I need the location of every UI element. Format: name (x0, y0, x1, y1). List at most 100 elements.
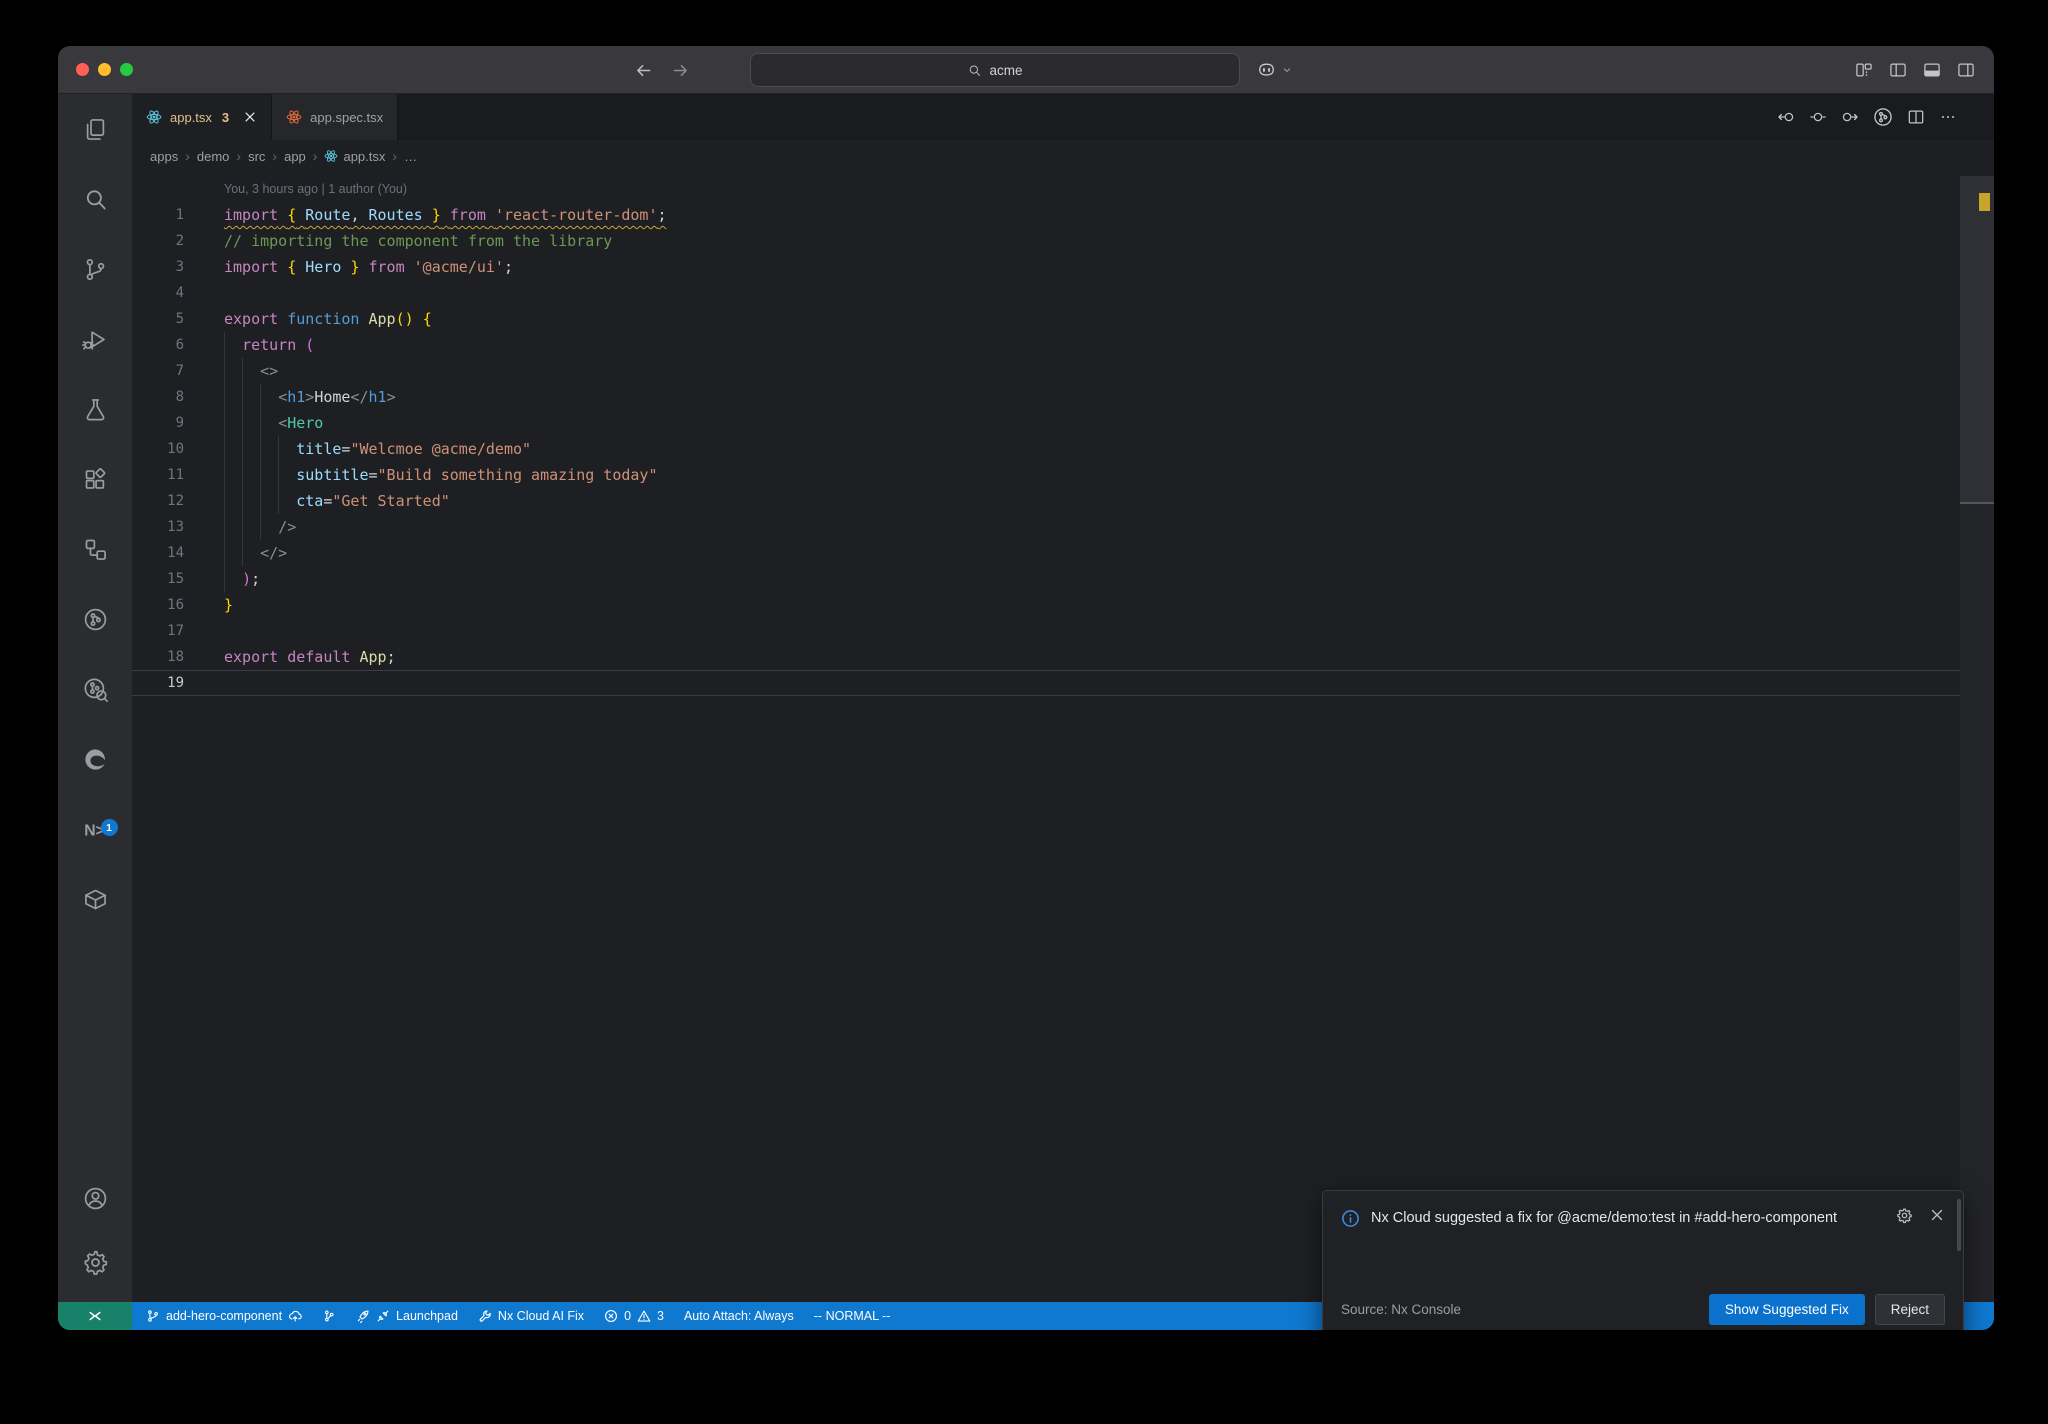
breadcrumb-separator: › (392, 148, 398, 164)
nav-back[interactable] (633, 60, 654, 81)
notification-toast: Nx Cloud suggested a fix for @acme/demo:… (1322, 1190, 1964, 1330)
activity-item-testing[interactable] (58, 374, 132, 444)
remote-indicator[interactable] (58, 1302, 132, 1330)
activity-item-extensions[interactable] (58, 444, 132, 514)
notification-close-icon[interactable] (1929, 1207, 1945, 1223)
breadcrumb[interactable]: apps › demo › src › app › app.tsx ›… (132, 140, 1994, 172)
code-line-19[interactable]: 19 (132, 670, 1994, 696)
nav-forward[interactable] (670, 60, 691, 81)
code-line-2[interactable]: 2// importing the component from the lib… (132, 228, 1994, 254)
container-icon (82, 886, 109, 913)
activity-item-explorer[interactable] (58, 94, 132, 164)
toggle-primary-sidebar[interactable] (1888, 60, 1908, 80)
title-bar: acme (58, 46, 1994, 94)
code-line-7[interactable]: 7 <> (132, 358, 1994, 384)
code-line-11[interactable]: 11 subtitle="Build something amazing tod… (132, 462, 1994, 488)
breadcrumb-item[interactable]: apps (150, 149, 178, 164)
status-item-source-control-graph[interactable] (314, 1302, 344, 1330)
code-line-8[interactable]: 8 <h1>Home</h1> (132, 384, 1994, 410)
toggle-secondary-sidebar[interactable] (1956, 60, 1976, 80)
code-editor[interactable]: You, 3 hours ago | 1 author (You) 1 impor… (132, 172, 1994, 1302)
status-item-problems[interactable]: 03 (596, 1302, 672, 1330)
breadcrumb-item[interactable]: … (404, 149, 417, 164)
graph-search-icon (82, 676, 109, 703)
activity-item-run-and-debug[interactable] (58, 304, 132, 374)
status-item-vim-mode[interactable]: -- NORMAL -- (806, 1302, 899, 1330)
activity-item-source-control[interactable] (58, 234, 132, 304)
current-change[interactable] (1808, 107, 1828, 127)
status-item-git-branch[interactable]: add-hero-component (138, 1302, 310, 1330)
scrollbar-divider (1960, 502, 1994, 504)
activity-item-nx-console[interactable]: N> 1 (58, 794, 132, 864)
activity-badge: 1 (100, 819, 118, 836)
activity-bar: N> 1 (58, 94, 132, 1302)
close-window-button[interactable] (76, 63, 89, 76)
line-number: 10 (167, 441, 184, 457)
status-item-launchpad[interactable]: Launchpad (348, 1302, 466, 1330)
status-item-nx-cloud-ai-fix[interactable]: Nx Cloud AI Fix (470, 1302, 592, 1330)
command-center[interactable]: acme (750, 53, 1240, 87)
code-line-13[interactable]: 13 /> (132, 514, 1994, 540)
code-line-1[interactable]: 1 import { Route, Routes } from 'react-ro… (132, 202, 1994, 228)
tab-app.spec.tsx[interactable]: app.spec.tsx (272, 94, 399, 140)
breadcrumb-item[interactable]: src (248, 149, 265, 164)
copilot-menu[interactable] (1256, 46, 1293, 94)
chevron-down-icon[interactable] (1281, 64, 1293, 76)
editor-scrollbar[interactable] (1960, 176, 1994, 1302)
tab-label: app.tsx (170, 109, 212, 125)
scrollbar-thumb[interactable] (1960, 176, 1994, 502)
beaker-icon (82, 396, 109, 423)
more-actions[interactable] (1938, 107, 1958, 127)
line-number: 4 (175, 285, 184, 301)
tab-app.tsx[interactable]: app.tsx 3 (132, 94, 273, 140)
notification-settings-icon[interactable] (1896, 1207, 1913, 1224)
status-item-auto-attach[interactable]: Auto Attach: Always (676, 1302, 802, 1330)
activity-item-containers[interactable] (58, 864, 132, 934)
breadcrumb-separator: › (272, 148, 278, 164)
minimize-window-button[interactable] (98, 63, 111, 76)
notification-source: Source: Nx Console (1341, 1302, 1462, 1317)
activity-item-accounts[interactable] (58, 1166, 132, 1230)
indent-guide (260, 384, 262, 540)
breadcrumb-item[interactable]: app.tsx (324, 149, 385, 164)
line-number: 5 (175, 311, 184, 327)
files-icon (82, 116, 109, 143)
activity-item-project-structure[interactable] (58, 514, 132, 584)
activity-item-edge-tools[interactable] (58, 724, 132, 794)
code-line-14[interactable]: 14 </> (132, 540, 1994, 566)
code-line-4[interactable]: 4 (132, 280, 1994, 306)
indent-guide (242, 358, 244, 566)
copilot-icon[interactable] (1256, 60, 1277, 81)
show-suggested-fix-button[interactable]: Show Suggested Fix (1708, 1294, 1865, 1325)
breadcrumb-item[interactable]: app (284, 149, 306, 164)
tab-close-icon[interactable] (243, 110, 257, 124)
breadcrumb-item[interactable]: demo (197, 149, 230, 164)
customize-layout[interactable] (1854, 60, 1874, 80)
code-line-5[interactable]: 5 export function App() { (132, 306, 1994, 332)
code-line-15[interactable]: 15 ); (132, 566, 1994, 592)
code-line-9[interactable]: 9 <Hero (132, 410, 1994, 436)
activity-item-git-graph[interactable] (58, 584, 132, 654)
code-line-17[interactable]: 17 (132, 618, 1994, 644)
line-number: 8 (175, 389, 184, 405)
code-line-6[interactable]: 6 return ( (132, 332, 1994, 358)
code-line-12[interactable]: 12 cta="Get Started" (132, 488, 1994, 514)
edge-icon (82, 746, 109, 773)
maximize-window-button[interactable] (120, 63, 133, 76)
code-line-18[interactable]: 18 export default App; (132, 644, 1994, 670)
code-line-16[interactable]: 16} (132, 592, 1994, 618)
line-number: 6 (175, 337, 184, 353)
activity-item-commit-search[interactable] (58, 654, 132, 724)
split-editor[interactable] (1906, 107, 1926, 127)
activity-item-search[interactable] (58, 164, 132, 234)
settings-gear-icon (82, 1249, 109, 1276)
activity-item-settings[interactable] (58, 1230, 132, 1294)
code-line-10[interactable]: 10 title="Welcmoe @acme/demo" (132, 436, 1994, 462)
code-line-3[interactable]: 3 import { Hero } from '@acme/ui'; (132, 254, 1994, 280)
tab-label: app.spec.tsx (310, 109, 384, 125)
toggle-panel[interactable] (1922, 60, 1942, 80)
previous-change[interactable] (1776, 107, 1796, 127)
next-change[interactable] (1840, 107, 1860, 127)
reject-button[interactable]: Reject (1874, 1294, 1945, 1325)
view-git-graph[interactable] (1872, 106, 1894, 128)
